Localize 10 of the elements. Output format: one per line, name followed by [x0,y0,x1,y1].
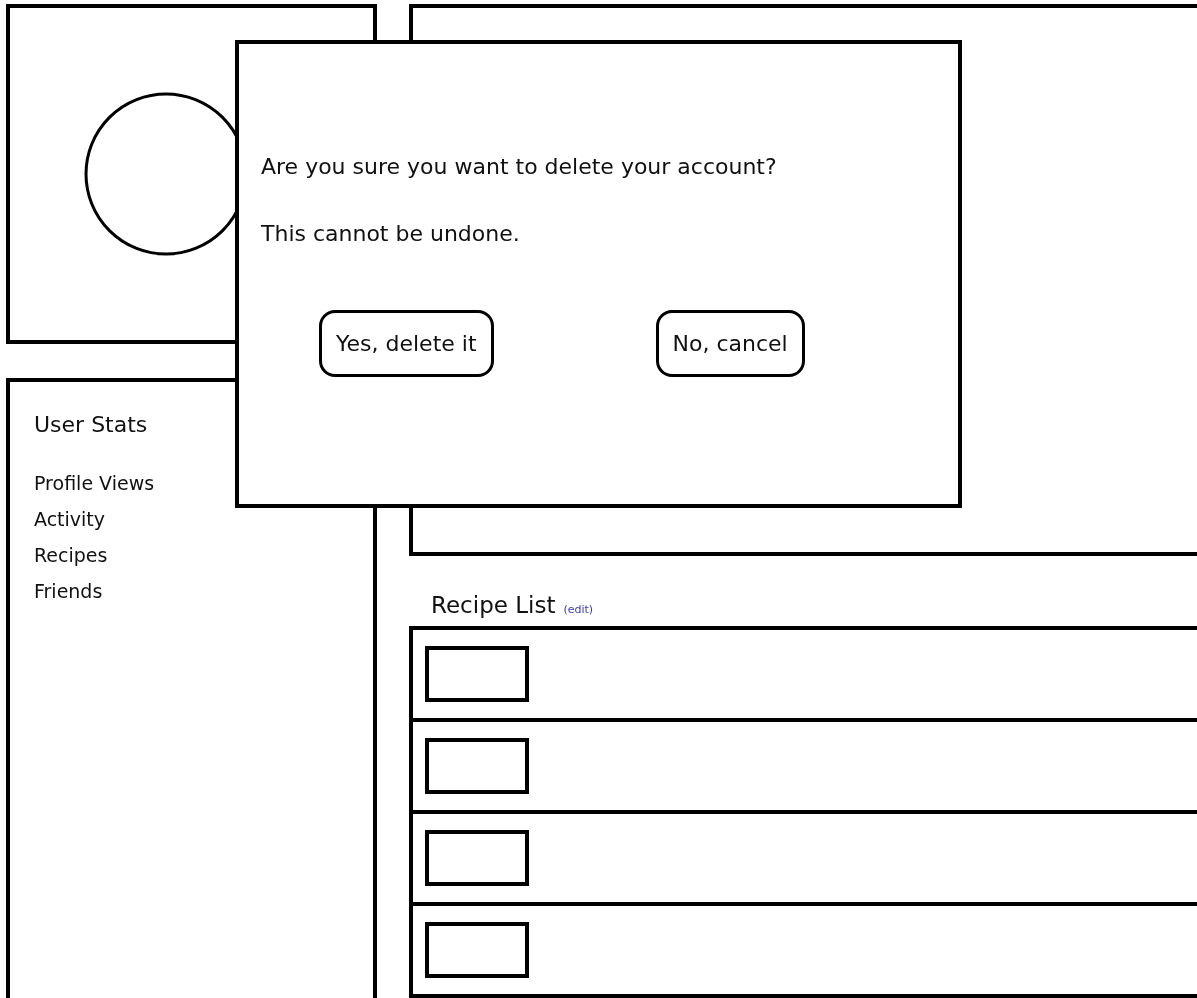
dialog-note: This cannot be undone. [261,221,521,246]
stats-title: User Stats [34,412,149,437]
dialog-button[interactable]: No, cancel [655,310,805,377]
stat-item[interactable]: Recipes [34,537,349,573]
dialog-message: Are you sure you want to delete your account? [261,154,778,179]
stat-item[interactable]: Activity [34,501,349,537]
stat-item[interactable]: Friends [34,573,349,609]
list-title: Recipe List [431,592,556,618]
edit-link[interactable]: (edit) [563,603,594,616]
dialog-button[interactable]: Yes, delete it [319,310,494,377]
